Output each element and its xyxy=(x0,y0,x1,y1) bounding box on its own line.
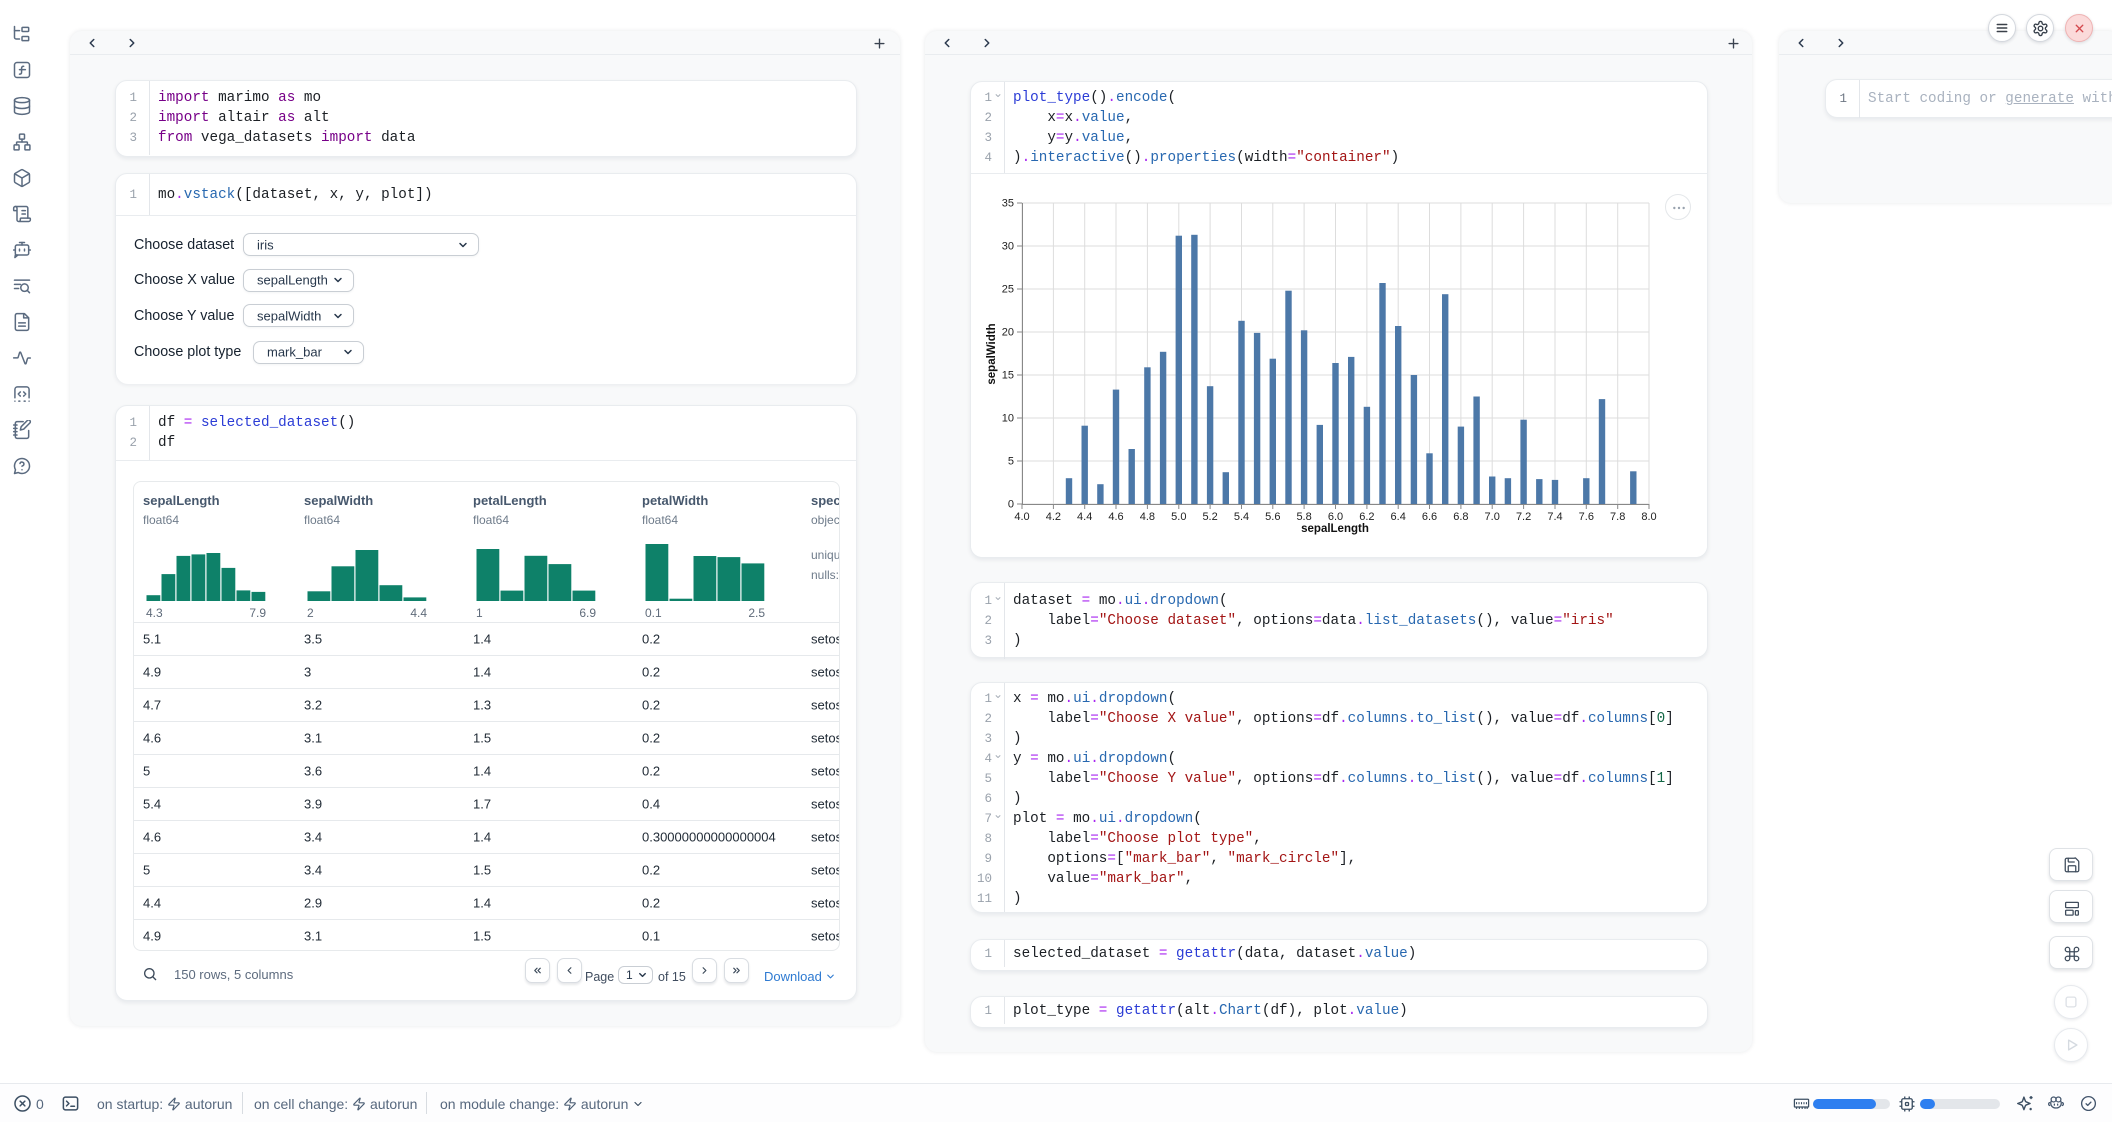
svg-text:0: 0 xyxy=(1008,499,1014,511)
svg-text:6.6: 6.6 xyxy=(1422,511,1437,523)
svg-text:15: 15 xyxy=(1002,370,1014,382)
svg-text:35: 35 xyxy=(1002,198,1014,210)
svg-text:6.4: 6.4 xyxy=(1391,511,1406,523)
svg-text:20: 20 xyxy=(1002,327,1014,339)
svg-text:7.6: 7.6 xyxy=(1579,511,1594,523)
svg-text:10: 10 xyxy=(1002,413,1014,425)
svg-text:25: 25 xyxy=(1002,284,1014,296)
svg-text:7.0: 7.0 xyxy=(1485,511,1500,523)
svg-text:4.4: 4.4 xyxy=(1077,511,1092,523)
svg-text:5.0: 5.0 xyxy=(1171,511,1186,523)
svg-text:5.4: 5.4 xyxy=(1234,511,1249,523)
svg-text:7.8: 7.8 xyxy=(1610,511,1625,523)
svg-text:8.0: 8.0 xyxy=(1641,511,1656,523)
svg-text:30: 30 xyxy=(1002,241,1014,253)
svg-text:5: 5 xyxy=(1008,456,1014,468)
svg-text:6.8: 6.8 xyxy=(1453,511,1468,523)
svg-text:sepalLength: sepalLength xyxy=(1301,523,1369,535)
svg-text:4.0: 4.0 xyxy=(1014,511,1029,523)
svg-text:6.2: 6.2 xyxy=(1359,511,1374,523)
svg-text:4.6: 4.6 xyxy=(1108,511,1123,523)
svg-text:6.0: 6.0 xyxy=(1328,511,1343,523)
svg-text:7.2: 7.2 xyxy=(1516,511,1531,523)
svg-text:5.6: 5.6 xyxy=(1265,511,1280,523)
svg-text:5.2: 5.2 xyxy=(1202,511,1217,523)
svg-text:sepalWidth: sepalWidth xyxy=(986,323,998,384)
svg-text:4.8: 4.8 xyxy=(1140,511,1155,523)
svg-text:7.4: 7.4 xyxy=(1547,511,1562,523)
svg-text:5.8: 5.8 xyxy=(1296,511,1311,523)
svg-text:4.2: 4.2 xyxy=(1046,511,1061,523)
